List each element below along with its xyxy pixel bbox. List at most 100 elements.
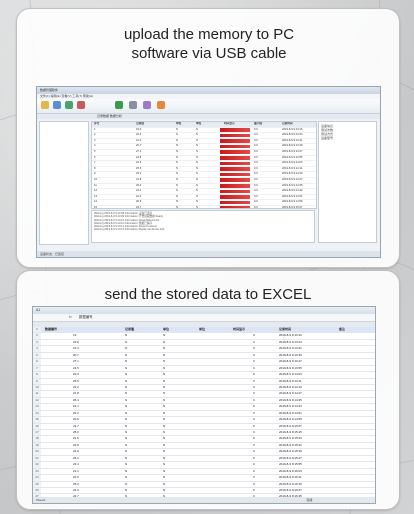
grid-col-header[interactable]: 时间显示 <box>224 122 235 127</box>
excel-cell[interactable]: N <box>163 462 165 467</box>
excel-cell[interactable]: 0 <box>253 417 255 422</box>
excel-cell[interactable]: N <box>163 359 165 364</box>
excel-cell[interactable]: N <box>125 469 127 474</box>
excel-cell[interactable]: 0 <box>253 424 255 429</box>
excel-cell[interactable]: 2019-8-9 9:16:03 <box>279 469 302 474</box>
excel-cell[interactable]: 2019-8-9 9:15:39 <box>279 449 302 454</box>
excel-cell[interactable]: N <box>125 436 127 441</box>
print-icon[interactable] <box>129 101 137 109</box>
excel-cell[interactable]: 26.1 <box>73 456 79 461</box>
delete-icon[interactable] <box>77 101 85 109</box>
excel-cell[interactable]: 2019-8-9 9:13:31 <box>279 346 302 351</box>
excel-cell[interactable]: N <box>163 333 165 338</box>
excel-cell[interactable]: 0 <box>253 346 255 351</box>
excel-cell[interactable]: N <box>125 404 127 409</box>
excel-cell[interactable]: N <box>125 340 127 345</box>
excel-cell[interactable]: 0 <box>253 385 255 390</box>
excel-cell[interactable]: N <box>125 372 127 377</box>
excel-cell[interactable]: N <box>125 430 127 435</box>
excel-cell[interactable]: N <box>163 456 165 461</box>
excel-cell[interactable]: 22.6 <box>73 340 79 345</box>
open-icon[interactable] <box>41 101 49 109</box>
upload-icon[interactable] <box>65 101 73 109</box>
excel-cell[interactable]: N <box>163 346 165 351</box>
device-tree[interactable] <box>39 121 89 245</box>
excel-cell[interactable]: N <box>125 462 127 467</box>
excel-cell[interactable]: N <box>125 398 127 403</box>
excel-cell[interactable]: 22.2 <box>73 411 79 416</box>
excel-cell[interactable]: N <box>125 346 127 351</box>
sheet-tab[interactable]: Sheet1 <box>36 498 46 502</box>
excel-cell[interactable]: 0 <box>253 379 255 384</box>
formula-value[interactable]: 数据编号 <box>79 315 93 319</box>
excel-cell[interactable]: N <box>163 411 165 416</box>
excel-cell[interactable]: N <box>163 404 165 409</box>
excel-cell[interactable]: 23.7 <box>73 424 79 429</box>
excel-cell[interactable]: 2019-8-9 9:15:15 <box>279 430 302 435</box>
excel-col-header[interactable]: 记录值 <box>125 327 134 332</box>
excel-cell[interactable]: 0 <box>253 340 255 345</box>
excel-cell[interactable]: 19 <box>73 333 76 338</box>
excel-cell[interactable]: 21.3 <box>73 346 79 351</box>
excel-cell[interactable]: N <box>163 443 165 448</box>
excel-cell[interactable]: 2019-8-9 9:13:55 <box>279 366 302 371</box>
excel-cell[interactable]: N <box>163 372 165 377</box>
excel-cell[interactable]: 2019-8-9 9:14:27 <box>279 391 302 396</box>
excel-cell[interactable]: 2019-8-9 9:15:47 <box>279 456 302 461</box>
excel-cell[interactable]: 22.6 <box>73 475 79 480</box>
excel-cell[interactable]: 2019-8-9 9:15:55 <box>279 462 302 467</box>
export-icon[interactable] <box>115 101 123 109</box>
excel-cell[interactable]: N <box>163 424 165 429</box>
excel-cell[interactable]: 25.6 <box>73 379 79 384</box>
excel-cell[interactable]: N <box>163 398 165 403</box>
grid-col-header[interactable]: 记录时间 <box>282 122 293 127</box>
excel-cell[interactable]: 22.9 <box>73 372 79 377</box>
excel-cell[interactable]: N <box>163 430 165 435</box>
excel-cell[interactable]: N <box>163 340 165 345</box>
grid-col-header[interactable]: 记录值 <box>136 122 144 127</box>
excel-cell[interactable]: 2019-8-9 9:14:11 <box>279 379 302 384</box>
excel-cell[interactable]: N <box>125 379 127 384</box>
excel-cell[interactable]: 0 <box>253 462 255 467</box>
grid-col-header[interactable]: 单位 <box>196 122 201 127</box>
excel-cell[interactable]: N <box>125 424 127 429</box>
excel-cell[interactable]: 2019-8-9 9:13:24 <box>279 340 302 345</box>
excel-cell[interactable]: N <box>125 456 127 461</box>
excel-col-header[interactable]: 记录时间 <box>279 327 291 332</box>
formula-bar[interactable]: fx 数据编号 <box>33 314 375 322</box>
excel-cell[interactable]: 21.8 <box>73 391 79 396</box>
excel-cell[interactable]: N <box>163 391 165 396</box>
excel-cell[interactable]: 0 <box>253 475 255 480</box>
excel-cell[interactable]: N <box>163 449 165 454</box>
excel-cell[interactable]: 0 <box>253 404 255 409</box>
excel-col-header[interactable]: 单位 <box>163 327 169 332</box>
excel-cell[interactable]: 21.1 <box>73 469 79 474</box>
data-grid[interactable]: 序号 记录值 单位 单位 时间显示 最小值 记录时间 1 19.0 N N 0.0 201… <box>91 121 317 209</box>
excel-cell[interactable]: 24.5 <box>73 366 79 371</box>
excel-cell[interactable]: 0 <box>253 436 255 441</box>
excel-cell[interactable]: 0 <box>253 333 255 338</box>
excel-cell[interactable]: 25.3 <box>73 482 79 487</box>
excel-cell[interactable]: 0 <box>253 398 255 403</box>
excel-cell[interactable]: 21.5 <box>73 436 79 441</box>
excel-cell[interactable]: 20.9 <box>73 417 79 422</box>
excel-cell[interactable]: N <box>125 482 127 487</box>
save-icon[interactable] <box>53 101 61 109</box>
grid-col-header[interactable]: 单位 <box>176 122 181 127</box>
excel-cell[interactable]: 0 <box>253 449 255 454</box>
excel-cell[interactable]: 0 <box>253 366 255 371</box>
excel-cell[interactable]: 2019-8-9 9:14:43 <box>279 404 302 409</box>
excel-cell[interactable]: N <box>125 488 127 493</box>
excel-cell[interactable]: 0 <box>253 443 255 448</box>
excel-cell[interactable]: N <box>163 488 165 493</box>
excel-cell[interactable]: N <box>163 482 165 487</box>
excel-cell[interactable]: 27.1 <box>73 359 79 364</box>
excel-cell[interactable]: 2019-8-9 9:13:47 <box>279 359 302 364</box>
grid-col-header[interactable]: 序号 <box>94 122 99 127</box>
excel-cell[interactable]: N <box>125 333 127 338</box>
excel-cell[interactable]: N <box>125 449 127 454</box>
excel-cell[interactable]: N <box>163 366 165 371</box>
excel-cell[interactable]: 23.2 <box>73 385 79 390</box>
excel-cell[interactable]: N <box>163 436 165 441</box>
excel-cell[interactable]: N <box>125 359 127 364</box>
